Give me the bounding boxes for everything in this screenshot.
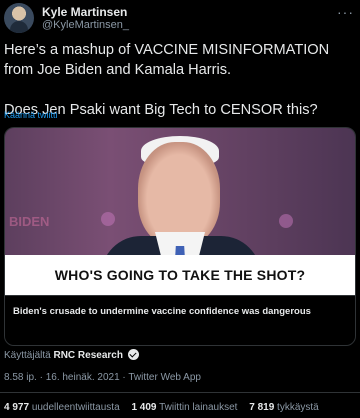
- tweet-text-line-1: Here’s a mashup of VACCINE MISINFORMATIO…: [4, 42, 330, 78]
- speaker-face: [138, 142, 220, 246]
- backdrop-decoration: BIDEN: [9, 214, 50, 229]
- tweet-header: Kyle Martinsen @KyleMartinsen_ ···: [4, 2, 356, 34]
- engagement-stats: 4 977 uudelleentwiittausta 1 409 Twiitti…: [4, 402, 328, 413]
- tweet-timestamp[interactable]: 8.58 ip. · 16. heinäk. 2021 · Twitter We…: [4, 372, 201, 383]
- card-footer[interactable]: Biden's crusade to undermine vaccine con…: [5, 295, 355, 345]
- card-title[interactable]: Biden's crusade to undermine vaccine con…: [13, 306, 311, 317]
- divider: [0, 392, 360, 393]
- source-prefix: Käyttäjältä: [4, 350, 51, 361]
- retweets-stat[interactable]: 4 977 uudelleentwiittausta: [4, 402, 120, 413]
- quote-tweets-stat[interactable]: 1 409 Twiittin lainaukset: [131, 402, 237, 413]
- more-options-icon[interactable]: ···: [337, 4, 354, 20]
- author-name[interactable]: Kyle Martinsen: [42, 5, 127, 19]
- source-attribution: Käyttäjältä RNC Research: [4, 349, 139, 361]
- likes-stat[interactable]: 7 819 tykkäystä: [249, 402, 319, 413]
- media-card[interactable]: BIDEN WHO'S GOING TO TAKE THE SHOT? Bide…: [4, 127, 356, 346]
- backdrop-dot: [279, 214, 293, 228]
- video-caption: WHO'S GOING TO TAKE THE SHOT?: [54, 267, 306, 283]
- backdrop-dot: [101, 212, 115, 226]
- video-thumbnail[interactable]: BIDEN WHO'S GOING TO TAKE THE SHOT?: [5, 128, 355, 295]
- video-caption-band: WHO'S GOING TO TAKE THE SHOT?: [5, 255, 355, 295]
- author-handle[interactable]: @KyleMartinsen_: [42, 19, 129, 31]
- translate-tweet-link[interactable]: Käännä twiitti: [4, 110, 58, 120]
- source-account[interactable]: RNC Research: [53, 350, 122, 361]
- verified-badge-icon: [127, 349, 139, 360]
- tweet-body: Here’s a mashup of VACCINE MISINFORMATIO…: [4, 40, 354, 120]
- avatar[interactable]: [4, 3, 34, 33]
